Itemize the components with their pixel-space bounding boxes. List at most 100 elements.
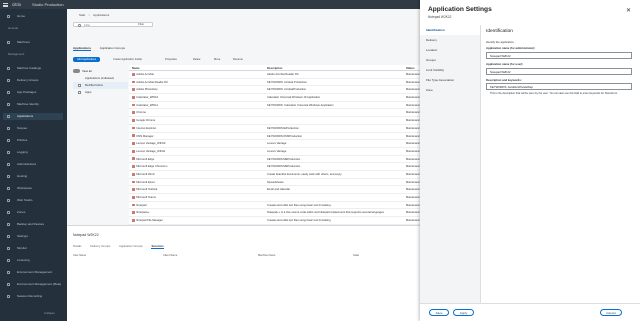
col-state[interactable]: State [353, 254, 359, 257]
cell-description: Spreadsheets [267, 180, 284, 184]
sidebar-item-label: General [8, 26, 18, 30]
sidebar-item[interactable]: Machines [3, 39, 63, 46]
dialog-body: Identification Identify the application.… [486, 25, 636, 303]
sidebar-item[interactable]: Logging [3, 149, 63, 156]
cell-description: KEYWORDS: Acrobat Production [267, 80, 307, 84]
checkbox[interactable] [78, 84, 81, 87]
close-icon[interactable]: ✕ [626, 8, 631, 14]
sidebar-item[interactable]: Environment Management (Beta) [3, 281, 63, 288]
nav-icon [7, 41, 10, 44]
app-icon [132, 80, 135, 84]
tab-sessions[interactable]: Sessions [151, 244, 164, 249]
cell-description: Calculator Universal Windows 10 Applicat… [267, 96, 321, 100]
sidebar-item[interactable]: Session Recording [3, 293, 63, 300]
sidebar-item[interactable]: Backup and Restore [3, 221, 63, 228]
checkbox[interactable] [78, 91, 81, 94]
cell-description: Lenovo Vantage [267, 142, 287, 146]
sidebar-item[interactable]: Environment Management [3, 269, 63, 276]
sidebar-item-label: Zones [17, 210, 26, 214]
nav-icon [7, 259, 10, 262]
apply-button[interactable]: Apply [453, 309, 474, 316]
cancel-button[interactable]: Cancel [600, 309, 622, 316]
create-folder-button[interactable]: Create Application Folder [111, 57, 144, 62]
rename-button[interactable]: Rename [231, 57, 245, 62]
tree-item[interactable]: Applications (indicated) [73, 75, 128, 82]
tree-item[interactable]: Mozilla Firefox [73, 82, 128, 89]
app-icon [132, 72, 135, 76]
add-applications-button[interactable]: Add Applications [73, 57, 101, 62]
sidebar-item-label: Settings [17, 234, 28, 238]
sidebar-item[interactable]: Delivery Groups [3, 77, 63, 84]
move-button[interactable]: Move [212, 57, 222, 62]
sidebar-item[interactable]: Web Studio [3, 197, 63, 204]
sidebar-item[interactable]: Scopes [3, 125, 63, 132]
view-all-toggle[interactable] [73, 69, 80, 73]
user-name-field[interactable]: Notepad W2K22 [486, 68, 632, 75]
app-icon [132, 88, 135, 92]
cell-name: Microsoft Word [132, 171, 192, 178]
sidebar-item[interactable]: Settings [3, 233, 63, 240]
main-tabs: Applications Application Groups [73, 46, 133, 51]
sidebar-item[interactable]: Hosting [3, 173, 63, 180]
sidebar-item[interactable]: Home [3, 13, 63, 20]
nav-icon [7, 115, 10, 118]
cell-name: Adobe Acrobat Reader DC [132, 79, 192, 86]
filter-button[interactable]: Filter [138, 22, 144, 27]
dialog-nav-item[interactable]: File Type Association [420, 75, 480, 85]
sidebar-item-label: Workspace [17, 186, 32, 190]
search-icon [78, 24, 81, 27]
nav-icon [7, 91, 10, 94]
dialog-nav-item[interactable]: Location [420, 45, 480, 55]
detail-tabs: Details Delivery Groups Application Grou… [73, 244, 172, 249]
tab-application-groups[interactable]: Application Groups [119, 244, 143, 248]
nav-icon [7, 79, 10, 82]
hamburger-menu-icon[interactable] [3, 2, 8, 7]
admin-name-field[interactable]: Notepad W2K22 [486, 52, 632, 59]
dialog-title: Application Settings [428, 6, 492, 13]
sidebar-item[interactable]: Machine Identity [3, 101, 63, 108]
app-icon [132, 126, 135, 130]
app-icon [132, 134, 135, 138]
sidebar-item[interactable]: Machine Catalogs [3, 65, 63, 72]
app-icon [132, 218, 135, 222]
sidebar-item[interactable]: Zones [3, 209, 63, 216]
col-user-name[interactable]: User Name [73, 254, 86, 257]
cell-description: Create beautiful documents, easily work … [267, 172, 342, 176]
dialog-nav-item[interactable]: Groups [420, 55, 480, 65]
dialog-nav-item[interactable]: Limit Visibility [420, 65, 480, 75]
cell-description: Creates and edits text files using basic… [267, 203, 331, 207]
delete-button[interactable]: Delete [191, 57, 203, 62]
col-client-name[interactable]: Client Name [163, 254, 177, 257]
col-machine-name[interactable]: Machine Name [258, 254, 275, 257]
sidebar-item[interactable]: Administrators [3, 161, 63, 168]
tree-item[interactable]: Apps [73, 89, 128, 96]
tab-applications[interactable]: Applications [73, 46, 92, 51]
sidebar-item[interactable]: Workspace [3, 185, 63, 192]
section-title: Identification [486, 29, 513, 34]
sidebar-item[interactable]: Policies [3, 137, 63, 144]
tab-details[interactable]: Details [73, 244, 82, 248]
sidebar-item[interactable]: Licensing [3, 257, 63, 264]
sidebar-item[interactable]: Applications [3, 113, 63, 120]
save-button[interactable]: Save [429, 309, 449, 316]
sidebar-item[interactable]: App Packages [3, 89, 63, 96]
dialog-nav-item[interactable]: Delivery [420, 35, 480, 45]
cell-description: Email and calendar [267, 188, 291, 192]
app-icon [132, 203, 135, 207]
dialog-nav-item[interactable]: Identification [420, 25, 480, 35]
tab-delivery-groups[interactable]: Delivery Groups [90, 244, 110, 248]
collapse-button[interactable]: Collapse [44, 311, 55, 315]
breadcrumb-start[interactable]: Start [79, 13, 85, 17]
dialog-subtitle: Notepad W2K22 [428, 15, 452, 19]
dialog-footer: Save Apply Cancel [420, 303, 640, 321]
properties-button[interactable]: Properties [163, 57, 179, 62]
cell-description: Adobe Acrobat Reader DC [267, 73, 299, 76]
sidebar-item[interactable]: Monitor [3, 245, 63, 252]
app-icon [132, 111, 135, 115]
tab-application-groups[interactable]: Application Groups [100, 46, 125, 50]
description-field[interactable]: KEYWORDS: AutoRenPrivateWep [486, 83, 632, 90]
sidebar-item-label: Management [8, 52, 25, 56]
sidebar-item-label: Home [17, 14, 26, 18]
dialog-nav-item[interactable]: Zone [420, 85, 480, 95]
sidebar-item-label: Scopes [17, 126, 28, 130]
